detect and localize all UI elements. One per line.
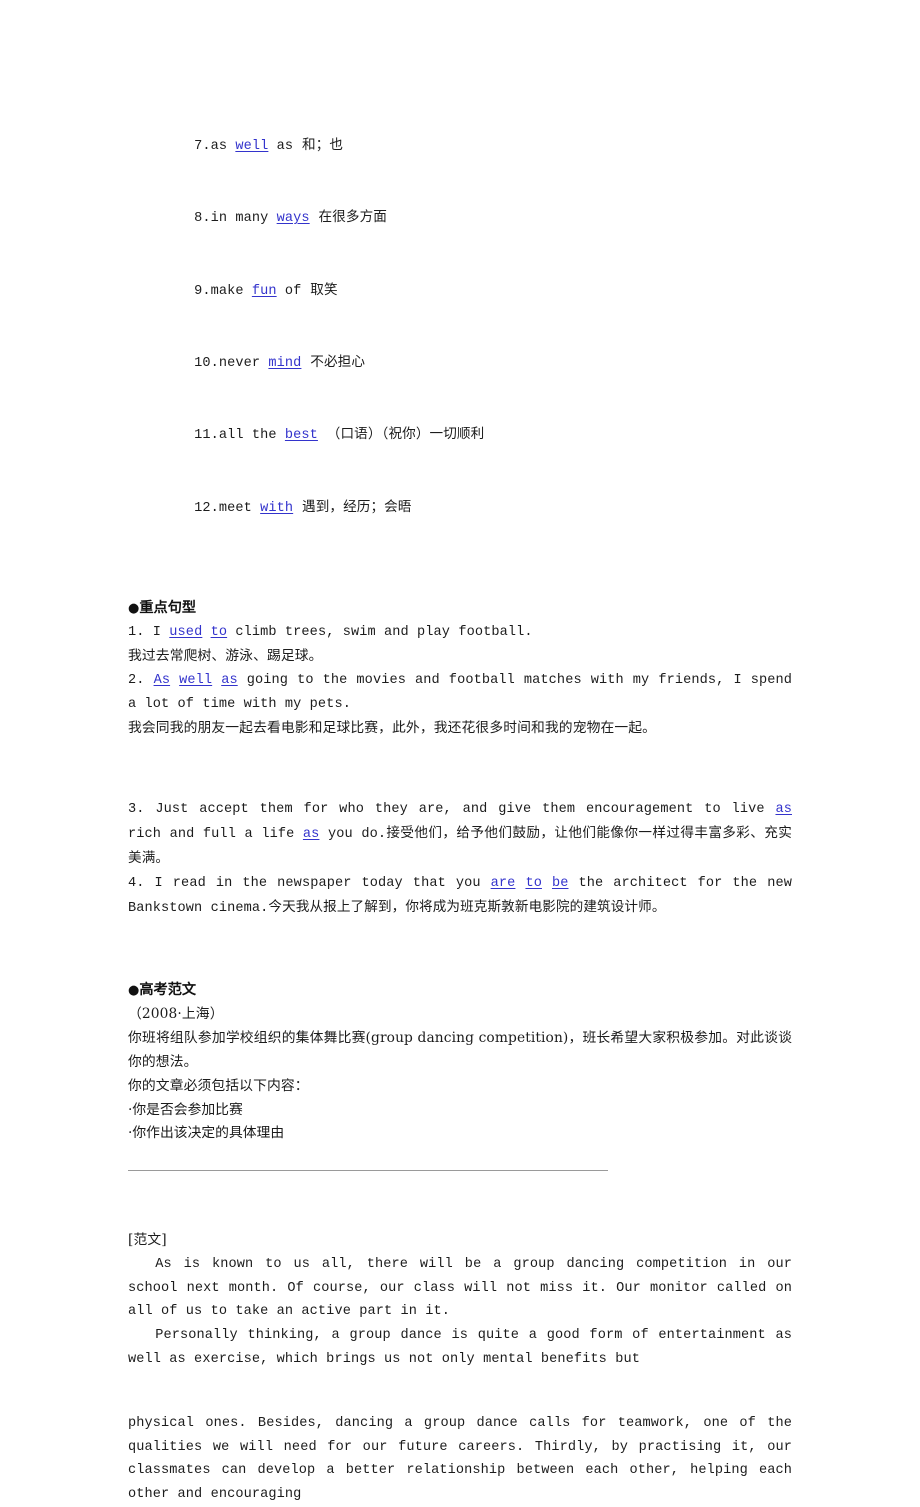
essay-requirement-item: ·你是否会参加比赛 (128, 1101, 243, 1118)
sample-essay-paragraph-1: As is known to us all, there will be a g… (128, 1256, 801, 1320)
list-item: 7.as well as 和；也 (128, 110, 792, 182)
keyword: ways (276, 211, 310, 227)
page-content: 7.as well as 和；也 8.in many ways 在很多方面 9.… (128, 110, 792, 1507)
sentence-text: climb trees, swim and play football. (227, 625, 533, 641)
sentence-number: 2. (128, 672, 154, 688)
item-chinese: 在很多方面 (318, 209, 387, 226)
keyword: well (179, 672, 213, 688)
sentence-number: 3. (128, 802, 156, 818)
keyword: mind (268, 355, 302, 371)
keyword: to (525, 875, 542, 891)
sample-essay: [范文] As is known to us all, there will b… (128, 1229, 792, 1372)
key-sentence-2-chinese: 我会同我的朋友一起去看电影和足球比赛，此外，我还花很多时间和我的宠物在一起。 (128, 719, 657, 736)
item-chinese: 遇到，经历；会晤 (302, 498, 412, 515)
key-sentences-section-cont: 3. Just accept them for who they are, an… (128, 798, 792, 920)
item-chinese: （口语）（祝你）一切顺利 (326, 426, 485, 443)
item-english-pre: meet (218, 500, 261, 516)
essay-prompt-line-1: 你班将组队参加学校组织的集体舞比赛(group dancing competit… (128, 1030, 792, 1070)
model-essay-section: ●高考范文 （2008·上海） 你班将组队参加学校组织的集体舞比赛(group … (128, 978, 792, 1146)
item-english-pre: make (210, 283, 252, 299)
keyword: to (210, 625, 228, 641)
sample-essay-paragraph-2: Personally thinking, a group dance is qu… (128, 1328, 801, 1368)
sentence-text: I read in the newspaper today that you (154, 875, 491, 891)
key-sentence-3: 3. Just accept them for who they are, an… (128, 798, 792, 871)
sentence-text (542, 876, 552, 891)
keyword: fun (251, 283, 277, 299)
keyword: be (551, 875, 569, 891)
sentence-text: you do. (319, 827, 387, 843)
item-number: 10. (194, 355, 219, 371)
key-sentence-1-english: 1. I used to climb trees, swim and play … (128, 621, 792, 645)
list-item: 12.meet with 遇到，经历；会晤 (128, 472, 792, 544)
bullet-dot-icon: ● (128, 601, 140, 617)
essay-source: （2008·上海） (128, 1006, 224, 1023)
list-item: 11.all the best （口语）（祝你）一切顺利 (128, 400, 792, 472)
document-page: 7.as well as 和；也 8.in many ways 在很多方面 9.… (0, 0, 920, 1502)
sentence-text: Just accept them for who they are, and g… (155, 802, 776, 818)
item-english-pre: never (218, 355, 269, 371)
sentence-text (170, 673, 179, 688)
item-english-pre: in many (210, 211, 277, 227)
sentence-text (202, 625, 210, 640)
essay-requirement-item: ·你作出该决定的具体理由 (128, 1125, 285, 1142)
sentence-text: I (152, 625, 170, 641)
item-english-post: as (268, 138, 294, 154)
sentence-number: 1. (128, 625, 153, 641)
item-chinese: 和；也 (302, 136, 344, 153)
keyword: as (302, 827, 320, 843)
item-chinese: 取笑 (310, 281, 338, 298)
item-number: 12. (194, 500, 219, 516)
key-sentence-2-english: 2. As well as going to the movies and fo… (128, 669, 792, 717)
sentence-text (212, 673, 221, 688)
sample-essay-paragraph-3: physical ones. Besides, dancing a group … (128, 1415, 801, 1503)
section-heading-label: 重点句型 (139, 600, 197, 617)
phrase-list: 7.as well as 和；也 8.in many ways 在很多方面 9.… (128, 110, 792, 544)
list-item: 9.make fun of 取笑 (128, 255, 792, 327)
keyword: as (221, 672, 238, 688)
item-english-pre: as (210, 138, 236, 154)
item-number: 7. (194, 138, 211, 154)
sample-essay-continued: physical ones. Besides, dancing a group … (128, 1412, 792, 1507)
sentence-text (515, 876, 525, 891)
keyword: best (284, 428, 318, 444)
item-number: 8. (194, 211, 211, 227)
section-heading-label: 高考范文 (139, 982, 197, 999)
keyword: with (260, 500, 294, 516)
key-sentence-1-chinese: 我过去常爬树、游泳、踢足球。 (128, 648, 323, 665)
item-english-pre: all the (218, 428, 285, 444)
item-number: 9. (194, 283, 211, 299)
essay-prompt-line-2: 你的文章必须包括以下内容： (128, 1077, 309, 1094)
key-sentence-4-chinese: 今天我从报上了解到，你将成为班克斯敦新电影院的建筑设计师。 (268, 898, 666, 915)
keyword: are (490, 875, 516, 891)
list-item: 10.never mind 不必担心 (128, 327, 792, 399)
list-item: 8.in many ways 在很多方面 (128, 182, 792, 254)
key-sentences-section: ●重点句型 1. I used to climb trees, swim and… (128, 596, 792, 740)
keyword: used (169, 625, 203, 641)
sample-essay-label: [范文] (128, 1232, 167, 1249)
item-english-post: of (276, 283, 302, 299)
keyword: well (235, 138, 269, 154)
item-chinese: 不必担心 (310, 353, 366, 370)
sentence-number: 4. (128, 875, 155, 891)
keyword: as (775, 802, 792, 818)
section-heading-key-sentences: ●重点句型 (128, 596, 792, 621)
bullet-dot-icon: ● (128, 983, 140, 999)
keyword: As (153, 672, 171, 688)
key-sentence-4: 4. I read in the newspaper today that yo… (128, 872, 792, 921)
item-number: 11. (194, 428, 219, 444)
section-heading-model-essay: ●高考范文 (128, 978, 792, 1003)
